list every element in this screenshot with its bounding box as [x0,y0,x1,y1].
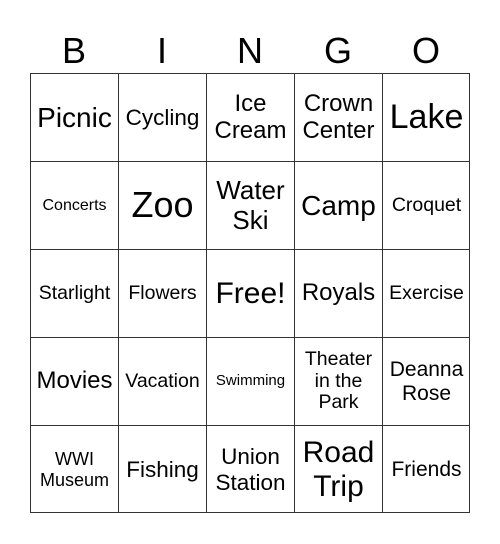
bingo-cell[interactable]: Vacation [118,337,206,425]
header-letter-o: O [411,29,440,71]
bingo-cell[interactable]: Flowers [118,249,206,337]
bingo-cell[interactable]: Camp [294,161,382,249]
bingo-cell[interactable]: Picnic [30,73,118,161]
bingo-cell[interactable]: Starlight [30,249,118,337]
free-space-cell[interactable]: Free! [206,249,294,337]
bingo-cell[interactable]: Friends [382,425,470,513]
header-letter-b: B [61,29,86,71]
bingo-card-grid: Picnic Cycling Ice Cream Crown Center La… [30,73,470,513]
header-letter-g: G [323,29,352,71]
header-letter-i: I [156,29,167,71]
bingo-cell[interactable]: WWI Museum [30,425,118,513]
bingo-cell[interactable]: Theater in the Park [294,337,382,425]
bingo-cell[interactable]: Swimming [206,337,294,425]
bingo-header: B I N G O [30,28,470,73]
bingo-cell[interactable]: Concerts [30,161,118,249]
bingo-cell[interactable]: Water Ski [206,161,294,249]
bingo-cell[interactable]: Croquet [382,161,470,249]
bingo-cell[interactable]: Cycling [118,73,206,161]
bingo-cell[interactable]: Road Trip [294,425,382,513]
bingo-cell[interactable]: Zoo [118,161,206,249]
bingo-cell[interactable]: Fishing [118,425,206,513]
bingo-cell[interactable]: Union Station [206,425,294,513]
bingo-cell[interactable]: Crown Center [294,73,382,161]
bingo-cell[interactable]: Lake [382,73,470,161]
bingo-cell[interactable]: Movies [30,337,118,425]
bingo-cell[interactable]: Royals [294,249,382,337]
bingo-cell[interactable]: Exercise [382,249,470,337]
header-letter-n: N [237,29,263,71]
bingo-cell[interactable]: Deanna Rose [382,337,470,425]
bingo-cell[interactable]: Ice Cream [206,73,294,161]
